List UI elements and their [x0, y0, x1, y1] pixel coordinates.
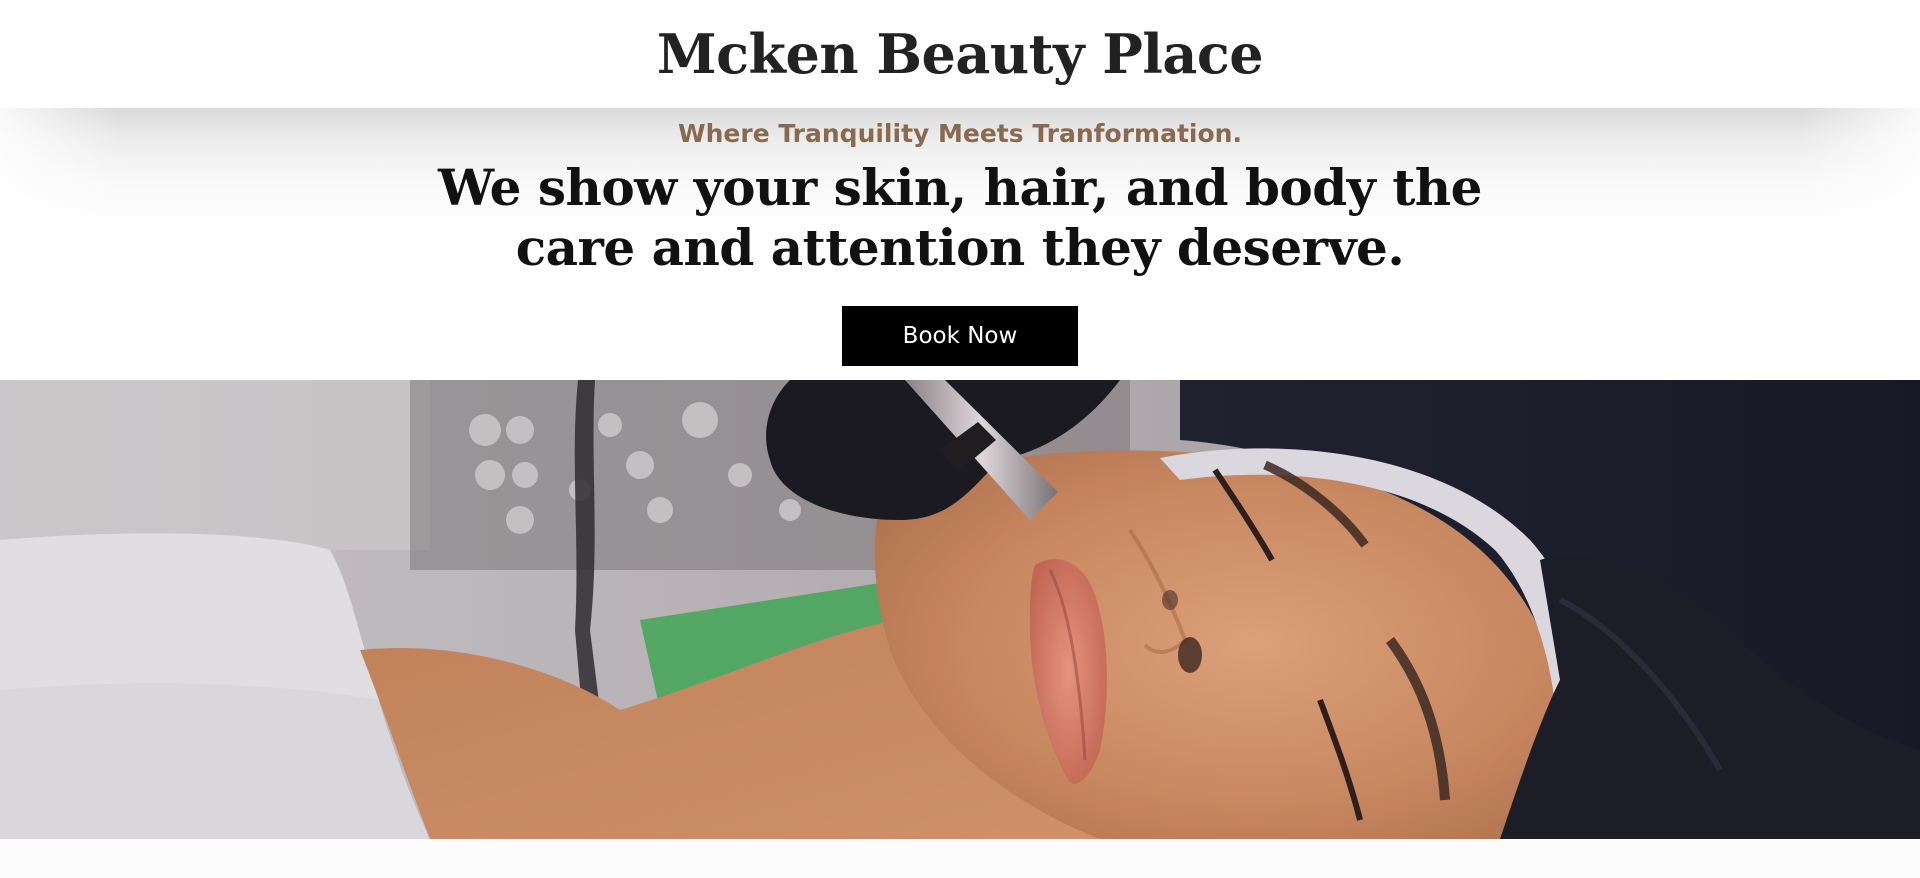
book-now-button[interactable]: Book Now [842, 306, 1078, 366]
site-header: Mcken Beauty Place [0, 0, 1920, 108]
hero-tagline: Where Tranquility Meets Tranformation. [678, 119, 1242, 148]
hero-intro: Where Tranquility Meets Tranformation. W… [0, 108, 1920, 380]
site-title[interactable]: Mcken Beauty Place [657, 27, 1264, 81]
facial-treatment-photo [0, 380, 1920, 839]
hero-headline: We show your skin, hair, and body the ca… [438, 158, 1482, 277]
hero-image [0, 380, 1920, 839]
page-bottom-strip [0, 839, 1920, 878]
